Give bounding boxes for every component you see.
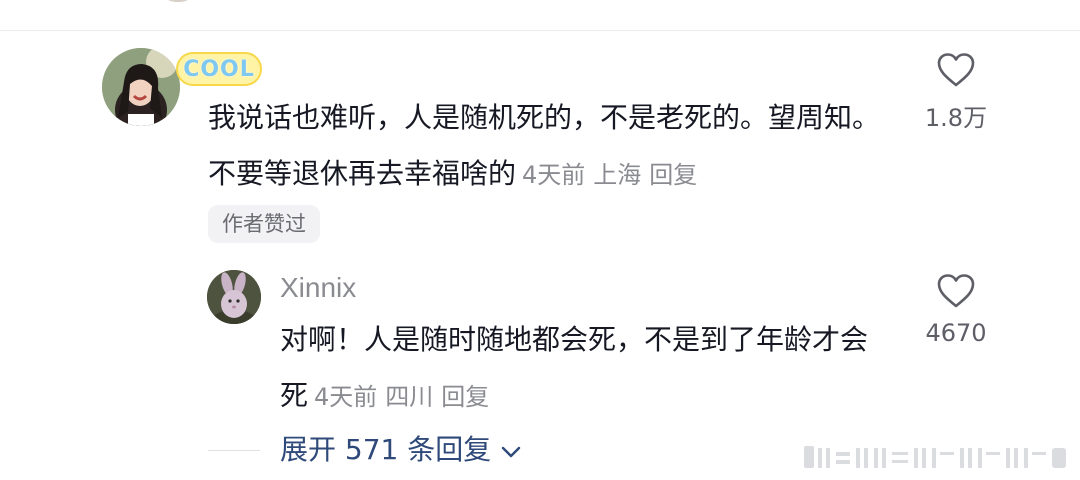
heart-outline-icon xyxy=(937,53,975,87)
previous-comment-avatar xyxy=(160,0,196,2)
reply-like-count: 4670 xyxy=(925,319,987,347)
heart-outline-icon xyxy=(937,274,975,308)
comment-location: 上海 xyxy=(593,161,642,189)
chevron-down-icon xyxy=(501,439,521,463)
reply-body[interactable]: 对啊！人是随时随地都会死，不是到了年龄才会死 4天前 四川 回复 xyxy=(280,312,890,425)
reply-location: 四川 xyxy=(385,383,434,411)
reply-avatar[interactable] xyxy=(207,270,261,324)
comment-time: 4天前 xyxy=(522,161,586,189)
avatar-image xyxy=(207,270,261,324)
watermark-logo xyxy=(804,446,1066,468)
reply-username[interactable]: Xinnix xyxy=(280,272,356,304)
reply-like-button[interactable]: 4670 xyxy=(906,273,1006,347)
comment-body[interactable]: 我说话也难听，人是随机死的，不是老死的。望周知。不要等退休再去幸福啥的 4天前 上海… xyxy=(208,90,888,203)
expand-replies-button[interactable]: 展开 571 条回复 xyxy=(280,428,521,468)
expand-replies-label: 展开 571 条回复 xyxy=(280,433,492,466)
reply-time: 4天前 xyxy=(314,383,378,411)
reply-reply-button[interactable]: 回复 xyxy=(441,383,489,411)
cool-badge: COOL xyxy=(176,52,262,86)
expand-divider xyxy=(208,450,260,451)
comment-like-button[interactable]: 1.8万 xyxy=(906,52,1006,133)
reply-button[interactable]: 回复 xyxy=(649,161,697,189)
avatar-image xyxy=(102,48,180,126)
author-liked-tag: 作者赞过 xyxy=(208,205,320,243)
comment-meta: 4天前 上海 回复 xyxy=(522,161,697,189)
commenter-avatar[interactable] xyxy=(102,48,180,126)
divider xyxy=(0,30,1080,31)
reply-meta: 4天前 四川 回复 xyxy=(314,383,489,411)
comment-like-count: 1.8万 xyxy=(924,104,988,132)
